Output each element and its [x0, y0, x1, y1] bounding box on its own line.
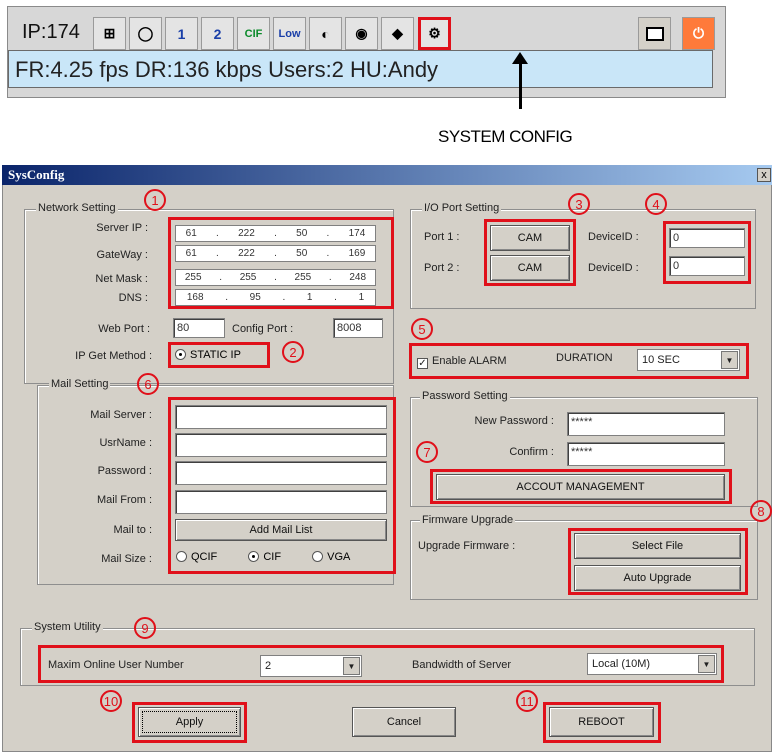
password-label: Password :: [97, 465, 152, 477]
port1-label: Port 1 :: [424, 231, 460, 243]
highlight-firmware: [568, 528, 748, 595]
duration-select[interactable]: 10 SEC ▼: [637, 349, 740, 371]
contrast-icon[interactable]: ◐: [309, 17, 342, 50]
highlight-device: [663, 221, 751, 284]
status-bar: FR:4.25 fps DR:136 kbps Users:2 HU:Andy: [8, 50, 713, 88]
tag-icon[interactable]: ◆: [381, 17, 414, 50]
max-users-select[interactable]: 2 ▼: [260, 655, 362, 677]
system-config-icon[interactable]: ⚙: [418, 17, 451, 50]
new-password-label: New Password :: [474, 415, 554, 427]
annotation-6: 6: [137, 373, 159, 395]
mail-to-label: Mail to :: [113, 524, 152, 536]
layout-2-icon[interactable]: 2: [201, 17, 234, 50]
system-config-callout: SYSTEM CONFIG: [438, 127, 573, 146]
enable-alarm-checkbox[interactable]: ✓ Enable ALARM: [417, 355, 507, 369]
cancel-button[interactable]: Cancel: [352, 707, 456, 737]
bandwidth-value: Local (10M): [592, 658, 651, 670]
static-ip-label: STATIC IP: [190, 349, 241, 361]
annotation-10: 10: [100, 690, 122, 712]
highlight-apply: [132, 702, 247, 743]
annotation-11: 11: [516, 690, 538, 712]
gateway-label: GateWay :: [96, 249, 148, 261]
duration-label: DURATION: [556, 352, 613, 364]
io-port-title: I/O Port Setting: [422, 202, 502, 214]
server-ip-label: Server IP :: [96, 222, 148, 234]
annotation-7: 7: [416, 441, 438, 463]
device1-label: DeviceID :: [588, 231, 639, 243]
low-icon[interactable]: Low: [273, 17, 306, 50]
mail-from-label: Mail From :: [97, 494, 152, 506]
callout-arrow: [519, 59, 522, 109]
annotation-9: 9: [134, 617, 156, 639]
max-users-label: Maxim Online User Number: [48, 659, 184, 671]
system-utility-title: System Utility: [32, 621, 103, 633]
mail-setting-title: Mail Setting: [49, 378, 111, 390]
mail-server-label: Mail Server :: [90, 409, 152, 421]
firmware-title: Firmware Upgrade: [420, 514, 516, 526]
max-users-value: 2: [265, 660, 272, 672]
radio-selected-icon: [175, 349, 186, 360]
highlight-network: [168, 217, 394, 309]
window-icon[interactable]: [638, 17, 671, 50]
port2-label: Port 2 :: [424, 262, 460, 274]
chevron-down-icon: ▼: [343, 657, 360, 675]
highlight-reboot: [543, 702, 661, 743]
cif-icon[interactable]: CIF: [237, 17, 270, 50]
dns-label: DNS :: [118, 292, 148, 304]
power-icon[interactable]: ⏻: [682, 17, 715, 50]
highlight-account: [430, 469, 732, 504]
config-port-label: Config Port :: [232, 323, 294, 335]
annotation-3: 3: [568, 193, 590, 215]
annotation-4: 4: [645, 193, 667, 215]
chevron-down-icon: ▼: [721, 351, 738, 369]
config-port-input[interactable]: 8008: [333, 318, 383, 338]
enable-alarm-label: Enable ALARM: [432, 355, 507, 367]
upgrade-firmware-label: Upgrade Firmware :: [418, 540, 516, 552]
username-label: UsrName :: [99, 437, 152, 449]
duration-value: 10 SEC: [642, 354, 680, 366]
confirm-label: Confirm :: [509, 446, 554, 458]
snapshot-icon[interactable]: ◉: [345, 17, 378, 50]
annotation-8: 8: [750, 500, 772, 522]
arrow-head-icon: [512, 52, 528, 64]
password-title: Password Setting: [420, 390, 510, 402]
highlight-mail: [168, 397, 396, 574]
check-icon: ✓: [417, 358, 428, 369]
new-password-input[interactable]: *****: [567, 412, 725, 436]
network-setting-title: Network Setting: [36, 202, 118, 214]
mail-size-label: Mail Size :: [101, 553, 152, 565]
annotation-2: 2: [282, 341, 304, 363]
close-icon[interactable]: x: [757, 168, 771, 182]
dialog-title: SysConfig: [2, 165, 772, 185]
web-port-input[interactable]: 80: [173, 318, 225, 338]
web-port-label: Web Port :: [98, 323, 150, 335]
highlight-ports: [484, 219, 576, 286]
chevron-down-icon: ▼: [698, 655, 715, 673]
bandwidth-select[interactable]: Local (10M) ▼: [587, 653, 717, 675]
network-icon[interactable]: ⊞: [93, 17, 126, 50]
static-ip-radio[interactable]: STATIC IP: [168, 342, 270, 368]
disc-icon[interactable]: ◯: [129, 17, 162, 50]
annotation-5: 5: [411, 318, 433, 340]
device2-label: DeviceID :: [588, 262, 639, 274]
confirm-password-input[interactable]: *****: [567, 442, 725, 466]
video-toolbar: IP:174 ⊞ ◯ 1 2 CIF Low ◐ ◉ ◆ ⚙ ⏻ FR:4.25…: [7, 6, 726, 98]
bandwidth-label: Bandwidth of Server: [412, 659, 512, 671]
ip-method-label: IP Get Method :: [75, 350, 152, 362]
netmask-label: Net Mask :: [95, 273, 148, 285]
annotation-1: 1: [144, 189, 166, 211]
layout-1-icon[interactable]: 1: [165, 17, 198, 50]
ip-label: IP:174: [22, 21, 80, 43]
